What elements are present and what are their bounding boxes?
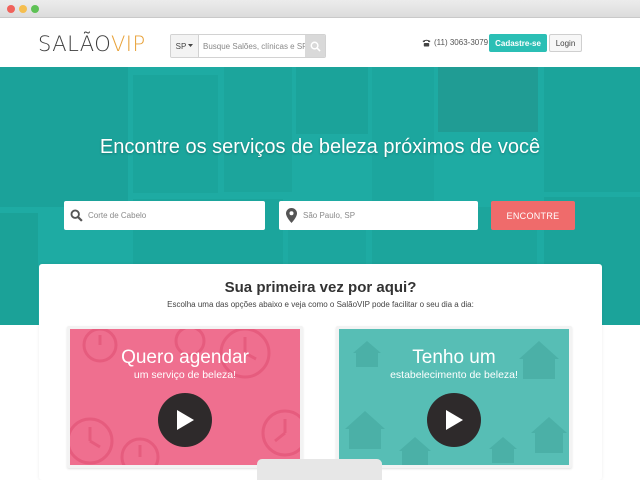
- play-icon: [446, 410, 463, 430]
- site-header: SALÃOVIP SP (11) 3063-3079 Cadastre-se L…: [0, 18, 640, 68]
- scroll-down-tab[interactable]: [257, 459, 382, 480]
- intro-title: Sua primeira vez por aqui?: [224, 279, 417, 296]
- card-subtitle: estabelecimento de beleza!: [390, 369, 518, 381]
- search-icon: [64, 209, 88, 222]
- location-search-field: [279, 201, 478, 230]
- play-button[interactable]: [158, 393, 212, 447]
- signup-button[interactable]: Cadastre-se: [489, 34, 547, 52]
- state-select-value: SP: [175, 41, 187, 51]
- logo-accent-text: VIP: [110, 32, 146, 56]
- page: SALÃOVIP SP (11) 3063-3079 Cadastre-se L…: [0, 18, 640, 480]
- play-icon: [177, 410, 194, 430]
- location-search-input[interactable]: [303, 211, 463, 220]
- map-pin-icon: [279, 208, 303, 223]
- phone-number: (11) 3063-3079: [434, 38, 489, 47]
- logo[interactable]: SALÃOVIP: [38, 32, 146, 56]
- header-search-button[interactable]: [305, 35, 325, 57]
- header-search: SP: [170, 34, 326, 58]
- maximize-window-button[interactable]: [31, 5, 39, 13]
- intro-subtitle: Escolha uma das opções abaixo e veja com…: [167, 300, 474, 309]
- minimize-window-button[interactable]: [19, 5, 27, 13]
- phone-icon: [422, 39, 431, 46]
- service-search-input[interactable]: [88, 211, 248, 220]
- caret-down-icon: [188, 44, 194, 47]
- card-subtitle: um serviço de beleza!: [133, 369, 237, 381]
- business-owner-card[interactable]: Tenho um estabelecimento de beleza!: [336, 326, 572, 468]
- header-search-input[interactable]: [199, 35, 305, 57]
- logo-main-text: SALÃO: [38, 32, 111, 56]
- find-button[interactable]: ENCONTRE: [491, 201, 575, 230]
- hero-title: Encontre os serviços de beleza próximos …: [99, 136, 541, 158]
- play-button[interactable]: [427, 393, 481, 447]
- close-window-button[interactable]: [7, 5, 15, 13]
- browser-titlebar: [0, 0, 640, 18]
- search-icon: [310, 41, 321, 52]
- login-button[interactable]: Login: [549, 34, 582, 52]
- card-title: Quero agendar: [121, 347, 249, 368]
- card-title: Tenho um: [412, 347, 496, 368]
- service-search-field: [64, 201, 265, 230]
- intro-panel: Sua primeira vez por aqui? Escolha uma d…: [39, 264, 602, 480]
- book-service-card[interactable]: Quero agendar um serviço de beleza!: [67, 326, 303, 468]
- state-select[interactable]: SP: [171, 35, 199, 57]
- phone-contact: (11) 3063-3079: [422, 38, 488, 47]
